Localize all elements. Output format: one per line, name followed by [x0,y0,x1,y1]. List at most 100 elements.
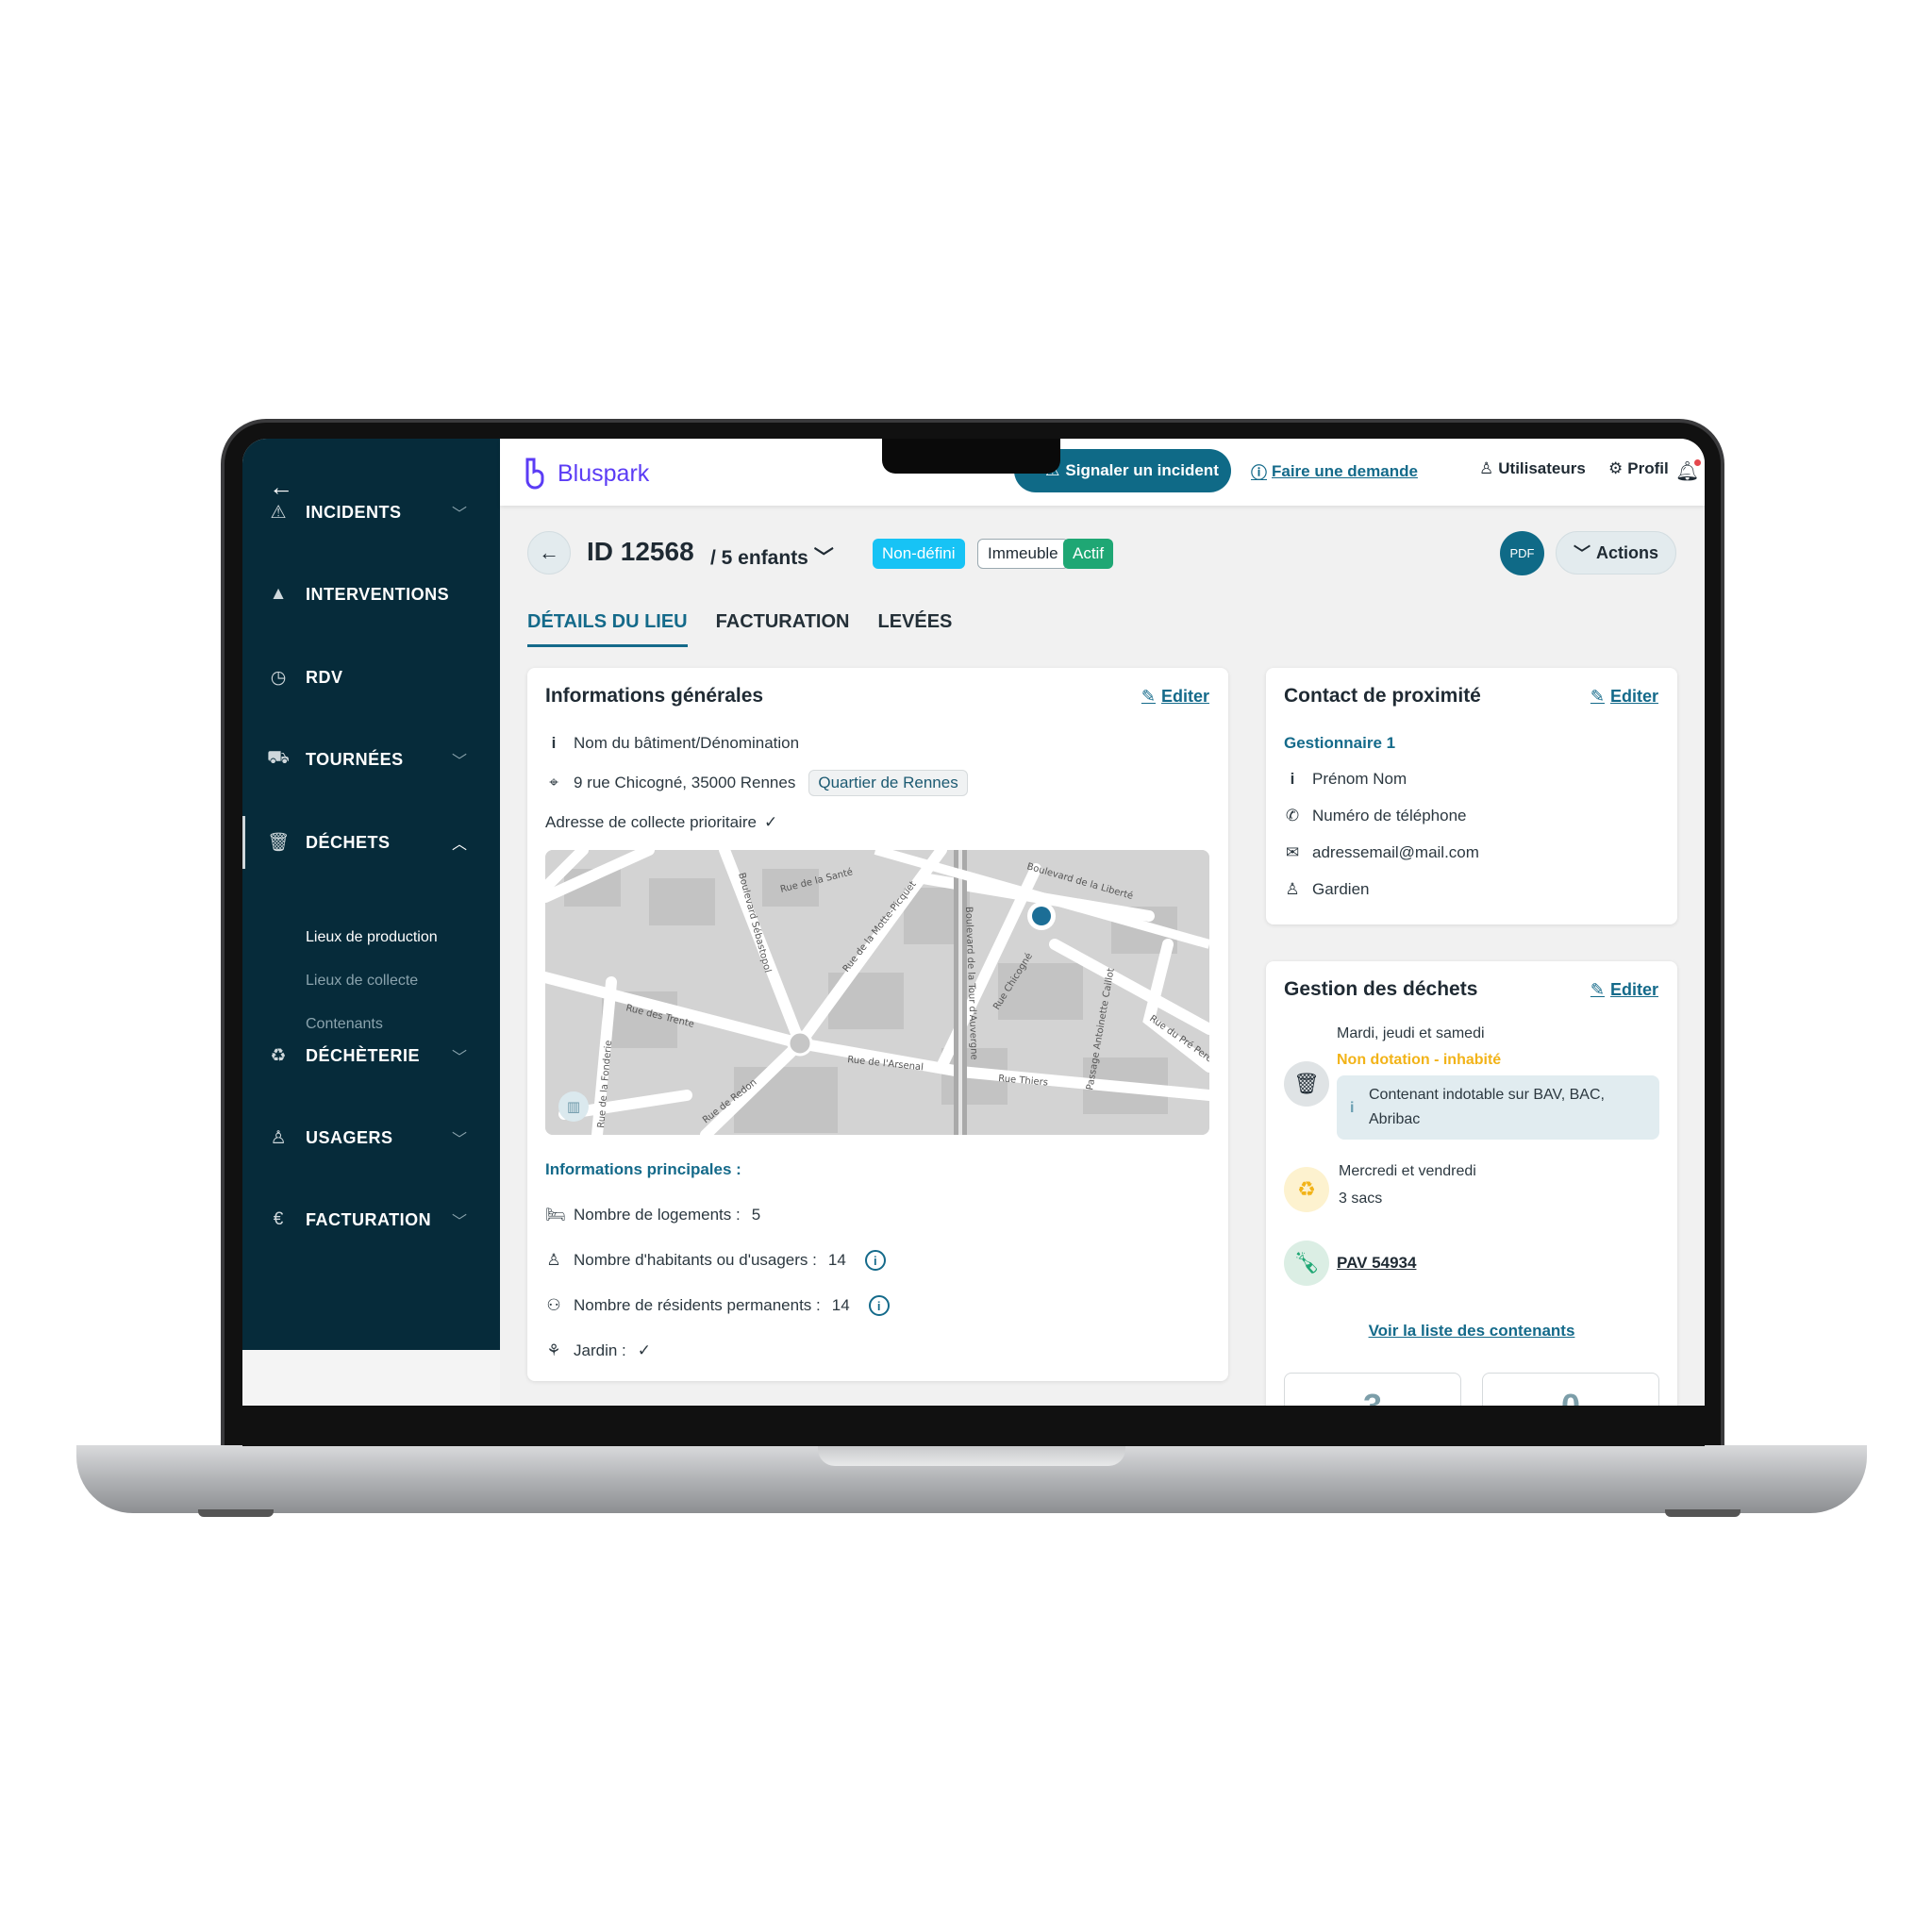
help-circle-icon: ⓘ [1251,464,1267,482]
map-pin-icon: ⌖ [549,774,558,791]
info-circle-icon[interactable]: i [864,1250,886,1271]
pdf-button[interactable]: PDF [1500,531,1544,575]
card-title: Contact de proximité [1284,685,1481,707]
main-info-heading: Informations principales : [545,1160,741,1178]
district-chip: Quartier de Rennes [808,770,968,796]
screen-bezel-bottom [242,1406,1705,1446]
contact-email-row: ✉ adressemail@mail.com [1284,843,1479,862]
stat-box: 3 [1284,1373,1461,1406]
map-marker-icon [1027,902,1056,930]
sidebar-item-tournees[interactable]: ⛟ TOURNÉES ﹀ [242,741,500,778]
sidebar-item-dechets[interactable]: 🗑 DÉCHETS ︿ [242,816,500,869]
bed-icon: 🛏︎ [545,1206,566,1224]
pencil-icon: ✎ [1590,687,1605,706]
residents-row: ⚇ Nombre de résidents permanents : 14 i [545,1295,890,1316]
location-map[interactable]: Rue de la Santé Boulevard Sébastopol Rue… [545,850,1209,1135]
status-badge-active: Actif [1063,539,1114,569]
contact-card: Contact de proximité ✎ Editer Gestionnair… [1266,668,1677,924]
users-link[interactable]: ♙ Utilisateurs [1479,459,1586,478]
waste-management-card: Gestion des déchets ✎ Editer 🗑 Mardi, jeu… [1266,961,1677,1406]
inhabitants-label: Nombre d'habitants ou d'usagers : [574,1251,817,1269]
actions-button[interactable]: ﹀ Actions [1556,531,1676,575]
recycling-days: Mercredi et vendredi [1339,1163,1476,1179]
report-incident-label: Signaler un incident [1065,461,1219,479]
trash-icon: 🗑 [267,833,291,853]
sidebar: ← ⚠ INCIDENTS ﹀ ▲ INTERVENTIONS ◷ RDV ⛟ TOURN… [242,439,500,1350]
household-waste-bin-icon: 🗑 [1284,1061,1329,1107]
edit-label: Editer [1609,687,1658,706]
card-title: Informations générales [545,685,764,707]
sidebar-subitem-contenants[interactable]: Contenants [306,1016,383,1033]
chevron-down-icon: ﹀ [452,1050,468,1066]
check-icon: ✓ [763,813,778,831]
children-dropdown[interactable]: / 5 enfants ﹀ [710,542,834,571]
edit-waste-button[interactable]: ✎ Editer [1591,980,1658,1000]
contact-email: adressemail@mail.com [1312,843,1479,861]
page-title: ID 12568 [587,537,694,566]
sidebar-subitem-lieux-production[interactable]: Lieux de production [306,929,438,946]
notification-dot [1694,459,1702,466]
sidebar-item-incidents[interactable]: ⚠ INCIDENTS ﹀ [242,493,500,531]
sidebar-subitem-lieux-collecte[interactable]: Lieux de collecte [306,973,418,990]
bluspark-logo-icon [525,458,544,490]
check-icon: ✓ [637,1341,651,1359]
residents-label: Nombre de résidents permanents : [574,1296,821,1314]
housing-row: 🛏︎ Nombre de logements : 5 [545,1206,760,1224]
cone-icon: ▲ [269,584,288,604]
info-icon: i [551,734,557,752]
priority-row: Adresse de collecte prioritaire ✓ [545,813,777,832]
user-pin-icon: ♙ [546,1251,561,1269]
sidebar-item-facturation[interactable]: € FACTURATION ﹀ [242,1201,500,1239]
map-layers-icon[interactable]: ▥ [558,1091,589,1122]
building-name: Nom du bâtiment/Dénomination [574,734,800,752]
address: 9 rue Chicogné, 35000 Rennes [574,774,796,791]
tab-facturation[interactable]: FACTURATION [716,611,850,647]
users-icon: ♙ [1479,459,1494,477]
sidebar-item-decheterie[interactable]: ♻ DÉCHÈTERIE ﹀ [242,1037,500,1074]
recycle-icon: ♻ [270,1045,287,1066]
general-info-card: Informations générales ✎ Editer i Nom du b… [527,668,1228,1381]
chevron-up-icon: ︿ [452,837,468,853]
pdf-file-icon: PDF [1509,546,1535,560]
glass-container-link[interactable]: PAV 54934 [1337,1254,1416,1273]
sidebar-item-rdv[interactable]: ◷ RDV [242,658,500,696]
contact-phone-row: ✆ Numéro de téléphone [1284,807,1467,825]
edit-contact-button[interactable]: ✎ Editer [1591,687,1658,707]
type-badge: Immeuble [977,539,1069,569]
household-note: i Contenant indotable sur BAV, BAC, Abrib… [1337,1075,1659,1140]
sidebar-item-interventions[interactable]: ▲ INTERVENTIONS [242,575,500,613]
housing-label: Nombre de logements : [574,1206,741,1224]
laptop-base [76,1445,1867,1513]
top-header: Bluspark ⚠Signaler un incident ⓘFaire un… [500,439,1705,506]
pencil-icon: ✎ [1590,980,1605,999]
chevron-down-icon: ﹀ [452,1132,468,1148]
make-request-label: Faire une demande [1272,461,1418,480]
address-row: ⌖ 9 rue Chicogné, 35000 Rennes Quartier de… [545,770,968,796]
edit-label: Editer [1160,687,1209,706]
laptop-foot [1665,1509,1740,1517]
edit-general-button[interactable]: ✎ Editer [1141,687,1209,707]
stat-box: 0 [1482,1373,1659,1406]
edit-label: Editer [1609,980,1658,999]
brand-logo[interactable]: Bluspark [524,458,649,490]
back-button[interactable]: ← [527,531,571,575]
profile-label: Profil [1627,459,1669,477]
tab-details[interactable]: DÉTAILS DU LIEU [527,611,688,647]
tab-levees[interactable]: LEVÉES [877,611,952,647]
plant-icon: ⚘ [546,1341,561,1359]
container-list-link[interactable]: Voir la liste des contenants [1266,1322,1677,1341]
manager-heading: Gestionnaire 1 [1284,734,1396,752]
recycling-qty: 3 sacs [1339,1191,1383,1207]
make-request-link[interactable]: ⓘ Faire une demande [1251,459,1418,483]
bell-icon[interactable]: 🔔︎ [1675,459,1702,483]
page-title-row: ← ID 12568 / 5 enfants ﹀ Non-défini Imme… [527,531,1676,576]
user-icon: ♙ [270,1127,287,1148]
contact-role: Gardien [1312,880,1370,898]
profile-link[interactable]: ⚙ Profil [1608,459,1669,478]
info-icon: i [1290,770,1295,788]
sidebar-footer [242,1350,500,1406]
brand-name: Bluspark [558,459,650,487]
info-circle-icon[interactable]: i [868,1295,890,1316]
sidebar-item-usagers[interactable]: ♙ USAGERS ﹀ [242,1119,500,1157]
app-screen: ← ⚠ INCIDENTS ﹀ ▲ INTERVENTIONS ◷ RDV ⛟ TOURN… [242,439,1705,1406]
